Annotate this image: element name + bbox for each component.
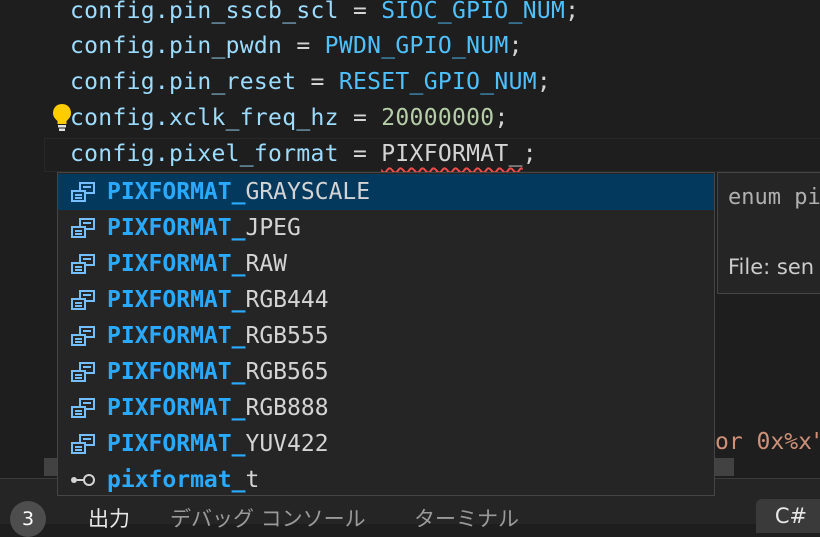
code-number: 20000000 [381, 105, 495, 131]
suggestion-match: PIXFORMAT_ [107, 215, 246, 241]
tab-output[interactable]: 出力 [88, 503, 130, 533]
code-value: PWDN_GPIO_NUM [324, 33, 509, 59]
code-semicolon: ; [522, 141, 537, 167]
code-variable: config.xclk_freq_hz [70, 105, 339, 131]
problems-count-badge[interactable]: 3 [10, 501, 46, 537]
enum-member-icon [71, 326, 95, 346]
code-value: RESET_GPIO_NUM [338, 69, 537, 95]
suggestion-match: PIXFORMAT_ [107, 395, 246, 421]
code-semicolon: ; [494, 105, 509, 131]
suggestion-rest: t [245, 467, 260, 493]
code-line[interactable]: config.xclk_freq_hz = 20000000; [70, 100, 509, 136]
code-value: SIOC_GPIO_NUM [381, 0, 566, 24]
details-file: File: sen [728, 255, 815, 279]
language-mode-button[interactable]: C# [756, 499, 820, 533]
suggestion-rest: RGB565 [245, 359, 329, 385]
code-line[interactable]: config.pin_reset = RESET_GPIO_NUM; [70, 64, 551, 100]
suggestion-details: enum pi File: sen [717, 172, 820, 294]
suggestion-match: PIXFORMAT_ [107, 287, 246, 313]
error-squiggle-text[interactable]: PIXFORMAT_ [381, 141, 522, 167]
code-operator: = [282, 33, 325, 59]
enum-member-icon [71, 182, 95, 202]
suggestion-rest: RGB444 [245, 287, 329, 313]
suggestion-match: PIXFORMAT_ [107, 251, 246, 277]
enum-member-icon [71, 362, 95, 382]
code-semicolon: ; [565, 0, 580, 24]
suggestion-match: PIXFORMAT_ [107, 359, 246, 385]
suggestion-rest: RGB888 [245, 395, 329, 421]
suggestion-item[interactable]: PIXFORMAT_YUV422 [58, 426, 714, 462]
suggestion-match: PIXFORMAT_ [107, 179, 246, 205]
suggestion-match: pixformat_ [107, 467, 246, 493]
obscured-code-text: or 0x%x" [715, 429, 820, 455]
code-operator: = [296, 69, 339, 95]
enum-member-icon [71, 254, 95, 274]
code-operator: = [338, 141, 382, 167]
suggestion-item[interactable]: PIXFORMAT_RGB555 [58, 318, 714, 354]
code-line[interactable]: config.pin_pwdn = PWDN_GPIO_NUM; [70, 28, 523, 64]
suggestion-widget[interactable]: PIXFORMAT_GRAYSCALE PIXFORMAT_JPEG PIXFO… [57, 172, 715, 496]
lightbulb-icon[interactable] [51, 102, 73, 132]
enum-member-icon [71, 434, 95, 454]
details-signature: enum pi [728, 185, 820, 210]
code-variable: config.pin_pwdn [70, 33, 283, 59]
code-variable: config.pixel_format [70, 141, 339, 167]
suggestion-rest: GRAYSCALE [245, 179, 371, 205]
suggestion-item[interactable]: PIXFORMAT_JPEG [58, 210, 714, 246]
suggestion-match: PIXFORMAT_ [107, 431, 246, 457]
suggestion-item[interactable]: pixformat_t [58, 462, 714, 495]
type-parameter-icon [71, 474, 95, 486]
tab-debug-console[interactable]: デバッグ コンソール [170, 503, 366, 533]
enum-member-icon [71, 398, 95, 418]
suggestion-rest: JPEG [245, 215, 301, 241]
code-semicolon: ; [536, 69, 552, 95]
tab-terminal[interactable]: ターミナル [414, 503, 519, 533]
code-semicolon: ; [508, 33, 523, 59]
code-variable: config.pin_sscb_scl [70, 0, 339, 24]
suggestion-item[interactable]: PIXFORMAT_RGB565 [58, 354, 714, 390]
suggestion-rest: RAW [245, 251, 288, 277]
suggestion-item[interactable]: PIXFORMAT_RAW [58, 246, 714, 282]
suggestion-item[interactable]: PIXFORMAT_GRAYSCALE [58, 174, 714, 210]
code-line-current[interactable]: config.pixel_format = PIXFORMAT_; [70, 136, 537, 172]
suggestion-match: PIXFORMAT_ [107, 323, 246, 349]
suggestion-rest: YUV422 [245, 431, 329, 457]
enum-member-icon [71, 290, 95, 310]
enum-member-icon [71, 218, 95, 238]
suggestion-item[interactable]: PIXFORMAT_RGB444 [58, 282, 714, 318]
code-line[interactable]: config.pin_sscb_scl = SIOC_GPIO_NUM; [70, 0, 579, 29]
code-operator: = [338, 0, 382, 24]
code-operator: = [338, 105, 382, 131]
code-variable: config.pin_reset [70, 69, 297, 95]
suggestion-rest: RGB555 [245, 323, 329, 349]
suggestion-item[interactable]: PIXFORMAT_RGB888 [58, 390, 714, 426]
